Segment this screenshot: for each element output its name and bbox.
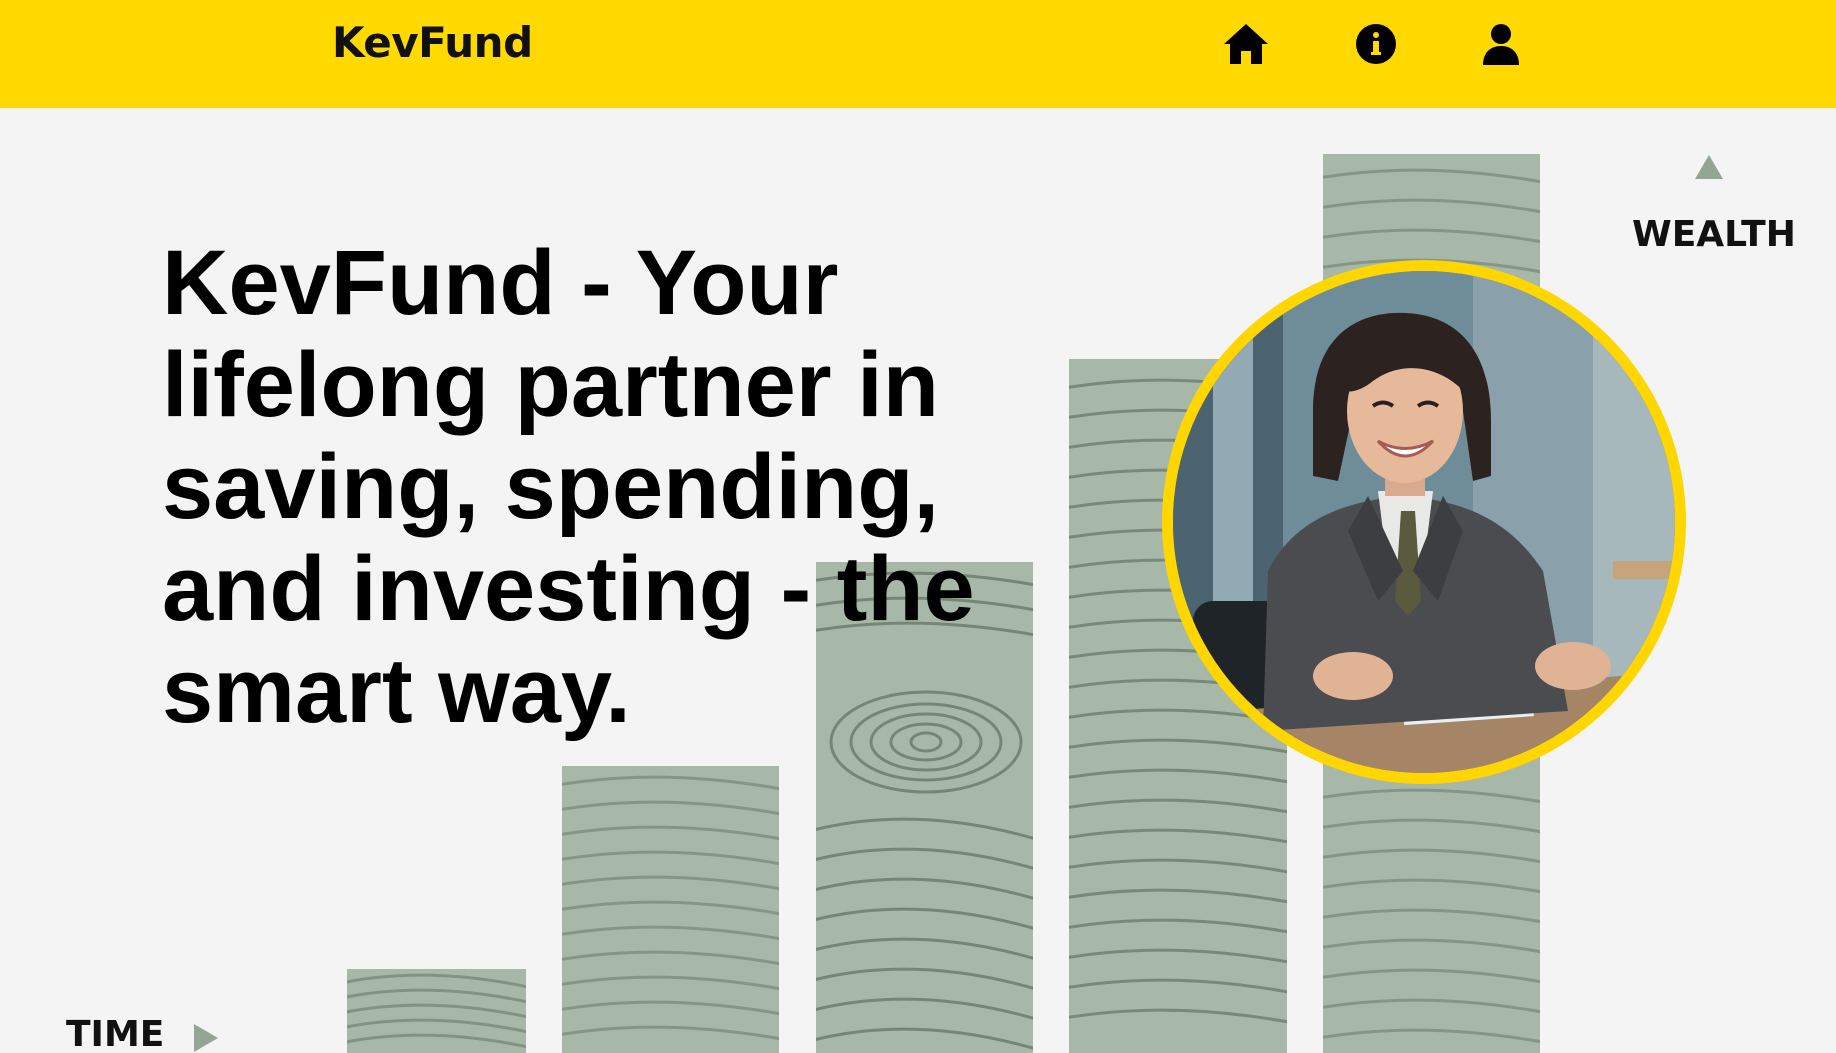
time-arrow-icon bbox=[194, 1024, 218, 1052]
home-button[interactable] bbox=[1218, 16, 1274, 72]
advisor-portrait bbox=[1162, 260, 1686, 784]
home-icon bbox=[1224, 24, 1268, 64]
hero-headline: KevFund - Your lifelong partner in savin… bbox=[162, 232, 975, 742]
page: KevFund WEALTH TIME KevFund - Your lifel… bbox=[0, 0, 1836, 1053]
wealth-axis-label: WEALTH bbox=[1632, 214, 1796, 255]
top-nav-bar: KevFund bbox=[0, 0, 1836, 108]
brand-logo[interactable]: KevFund bbox=[332, 18, 533, 67]
growth-bar-1 bbox=[347, 969, 526, 1053]
user-icon bbox=[1483, 24, 1519, 65]
info-icon bbox=[1356, 24, 1396, 64]
profile-button[interactable] bbox=[1473, 16, 1529, 72]
info-button[interactable] bbox=[1348, 16, 1404, 72]
advisor-photo bbox=[1173, 271, 1675, 773]
wealth-arrow-icon bbox=[1695, 155, 1723, 179]
time-axis-label: TIME bbox=[66, 1014, 165, 1053]
growth-bar-2 bbox=[562, 766, 779, 1053]
